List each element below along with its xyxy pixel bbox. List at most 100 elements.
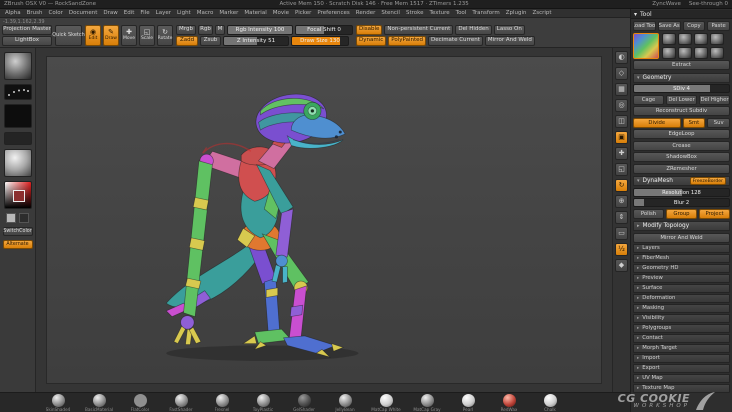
- creature-model[interactable]: [147, 79, 397, 384]
- material-item[interactable]: BasicMaterial: [85, 394, 113, 412]
- recent-tool-thumbnail[interactable]: [710, 32, 724, 45]
- subpalette-header[interactable]: ▸ Contact: [633, 333, 730, 343]
- menu-item[interactable]: Zscript: [529, 9, 554, 18]
- menu-item[interactable]: Color: [46, 9, 66, 18]
- color-picker[interactable]: [3, 181, 32, 209]
- tool-header-button[interactable]: Paste: [707, 20, 730, 31]
- smt-toggle[interactable]: Smt: [682, 117, 706, 128]
- menu-item[interactable]: Alpha: [2, 9, 24, 18]
- projection-master-button[interactable]: Projection Master: [2, 25, 52, 35]
- move-mode-button[interactable]: ✚ Move: [121, 25, 137, 46]
- menu-item[interactable]: Movie: [270, 9, 292, 18]
- tool-header-button[interactable]: Copy: [682, 20, 706, 31]
- sdiv-slider[interactable]: SDiv 4: [633, 84, 730, 93]
- divide-button[interactable]: Divide: [633, 117, 681, 128]
- scale-mode-button[interactable]: ◱ Scale: [139, 25, 155, 46]
- subpalette-header[interactable]: ▸ Surface: [633, 283, 730, 293]
- menu-item[interactable]: Tool: [453, 9, 470, 18]
- bpr-icon[interactable]: ◐: [615, 51, 628, 64]
- recent-tool-thumbnail[interactable]: [662, 32, 676, 45]
- material-item[interactable]: RedWax: [495, 394, 523, 412]
- menu-item[interactable]: Preferences: [314, 9, 352, 18]
- move-icon[interactable]: ✚: [615, 147, 628, 160]
- draw-size-slider[interactable]: Draw Size 130: [291, 36, 349, 46]
- subpalette-header[interactable]: ▸ Export: [633, 363, 730, 373]
- draw-mode-button[interactable]: ✎ Draw: [103, 25, 119, 46]
- zsub-button[interactable]: Zsub: [200, 36, 221, 46]
- modify-topology-header[interactable]: ▸ Modify Topology: [633, 221, 730, 231]
- subpalette-header[interactable]: ▸ Deformation: [633, 293, 730, 303]
- toolbar-toggle[interactable]: PolyPainted: [388, 36, 427, 46]
- material-item[interactable]: GelShader: [290, 394, 318, 412]
- toolbar-toggle[interactable]: Lasso On: [493, 25, 525, 35]
- menu-item[interactable]: File: [137, 9, 152, 18]
- subpalette-header[interactable]: ▸ Masking: [633, 303, 730, 313]
- recent-tool-thumbnail[interactable]: [694, 32, 708, 45]
- recent-tool-thumbnail[interactable]: [710, 46, 724, 59]
- menu-item[interactable]: Edit: [121, 9, 138, 18]
- frame-icon[interactable]: ▣: [615, 131, 628, 144]
- rgb-intensity-slider[interactable]: Rgb Intensity 100: [227, 25, 293, 35]
- resolution-slider[interactable]: Resolution 128: [633, 187, 730, 197]
- stroke-thumbnail[interactable]: [3, 84, 32, 100]
- dynamesh-toggle[interactable]: Project: [699, 208, 730, 219]
- menu-item[interactable]: Render: [353, 9, 379, 18]
- scroll-icon[interactable]: ⇕: [615, 211, 628, 224]
- material-item[interactable]: Pearl: [454, 394, 482, 412]
- lightbox-button[interactable]: LightBox: [2, 36, 52, 46]
- material-item[interactable]: FastShader: [167, 394, 195, 412]
- toolbar-toggle[interactable]: Non-persistent Current: [384, 25, 454, 35]
- toolbar-toggle[interactable]: Del Hidden: [455, 25, 492, 35]
- texture-thumbnail[interactable]: [3, 132, 32, 145]
- zoom-icon[interactable]: ⊕: [615, 195, 628, 208]
- material-item[interactable]: FlatColor: [126, 394, 154, 412]
- material-thumbnail[interactable]: [3, 149, 32, 177]
- z-intensity-slider[interactable]: Z Intensity 51: [223, 36, 289, 46]
- geometry-feature-button[interactable]: EdgeLoop: [633, 129, 730, 139]
- subpalette-header[interactable]: ▸ Polygroups: [633, 323, 730, 333]
- edit-mode-button[interactable]: ◉ Edit: [85, 25, 101, 46]
- primary-color-swatch[interactable]: [6, 213, 16, 223]
- rotate-icon[interactable]: ↻: [615, 179, 628, 192]
- geometry-feature-button[interactable]: ShadowBox: [633, 152, 730, 162]
- subpalette-header[interactable]: ▸ UV Map: [633, 373, 730, 383]
- subpalette-header[interactable]: ▸ FiberMesh: [633, 253, 730, 263]
- dynamesh-toggle[interactable]: Group: [666, 208, 697, 219]
- menu-item[interactable]: Stroke: [403, 9, 427, 18]
- recent-tool-thumbnail[interactable]: [694, 46, 708, 59]
- mrgb-button[interactable]: Mrgb: [176, 25, 196, 35]
- material-item[interactable]: Chalk: [536, 394, 564, 412]
- geometry-feature-button[interactable]: ZRemesher: [633, 163, 730, 174]
- zadd-button[interactable]: Zadd: [176, 36, 198, 46]
- menu-item[interactable]: Material: [241, 9, 269, 18]
- menu-item[interactable]: Picker: [292, 9, 314, 18]
- extract-button[interactable]: Extract: [633, 60, 730, 70]
- menu-item[interactable]: Document: [66, 9, 101, 18]
- rotate-mode-button[interactable]: ↻ Rotate: [157, 25, 173, 46]
- menu-item[interactable]: Stencil: [378, 9, 403, 18]
- xyz-icon[interactable]: ◆: [615, 259, 628, 272]
- tool-header-button[interactable]: Save As: [657, 20, 681, 31]
- cage-button[interactable]: Cage: [633, 94, 664, 105]
- recent-tool-thumbnail[interactable]: [662, 46, 676, 59]
- blur-slider[interactable]: Blur 2: [633, 198, 730, 207]
- menu-item[interactable]: Zplugin: [503, 9, 530, 18]
- freeze-border-button[interactable]: FreezeBorder: [689, 177, 726, 185]
- subpalette-header[interactable]: ▸ Visibility: [633, 313, 730, 323]
- toolbar-toggle[interactable]: Disable: [356, 25, 383, 35]
- menu-item[interactable]: Layer: [153, 9, 174, 18]
- toolbar-toggle[interactable]: Decimate Current: [428, 36, 483, 46]
- persp-icon[interactable]: ◇: [615, 67, 628, 80]
- toolbar-toggle[interactable]: Dynamic: [356, 36, 387, 46]
- dynamesh-section-header[interactable]: ▾ DynaMesh FreezeBorder: [633, 176, 730, 186]
- actual-size-icon[interactable]: ▭: [615, 227, 628, 240]
- color-picker-inner-swatch[interactable]: [12, 190, 25, 202]
- material-item[interactable]: ToyPlastic: [249, 394, 277, 412]
- local-icon[interactable]: ◎: [615, 99, 628, 112]
- del-higher-button[interactable]: Del Higher: [699, 94, 730, 105]
- dynamesh-toggle[interactable]: Polish: [633, 208, 664, 219]
- material-item[interactable]: JellyBean: [331, 394, 359, 412]
- menu-item[interactable]: Light: [174, 9, 194, 18]
- scale-icon[interactable]: ◱: [615, 163, 628, 176]
- tool-panel-title[interactable]: ▾ Tool: [631, 10, 732, 19]
